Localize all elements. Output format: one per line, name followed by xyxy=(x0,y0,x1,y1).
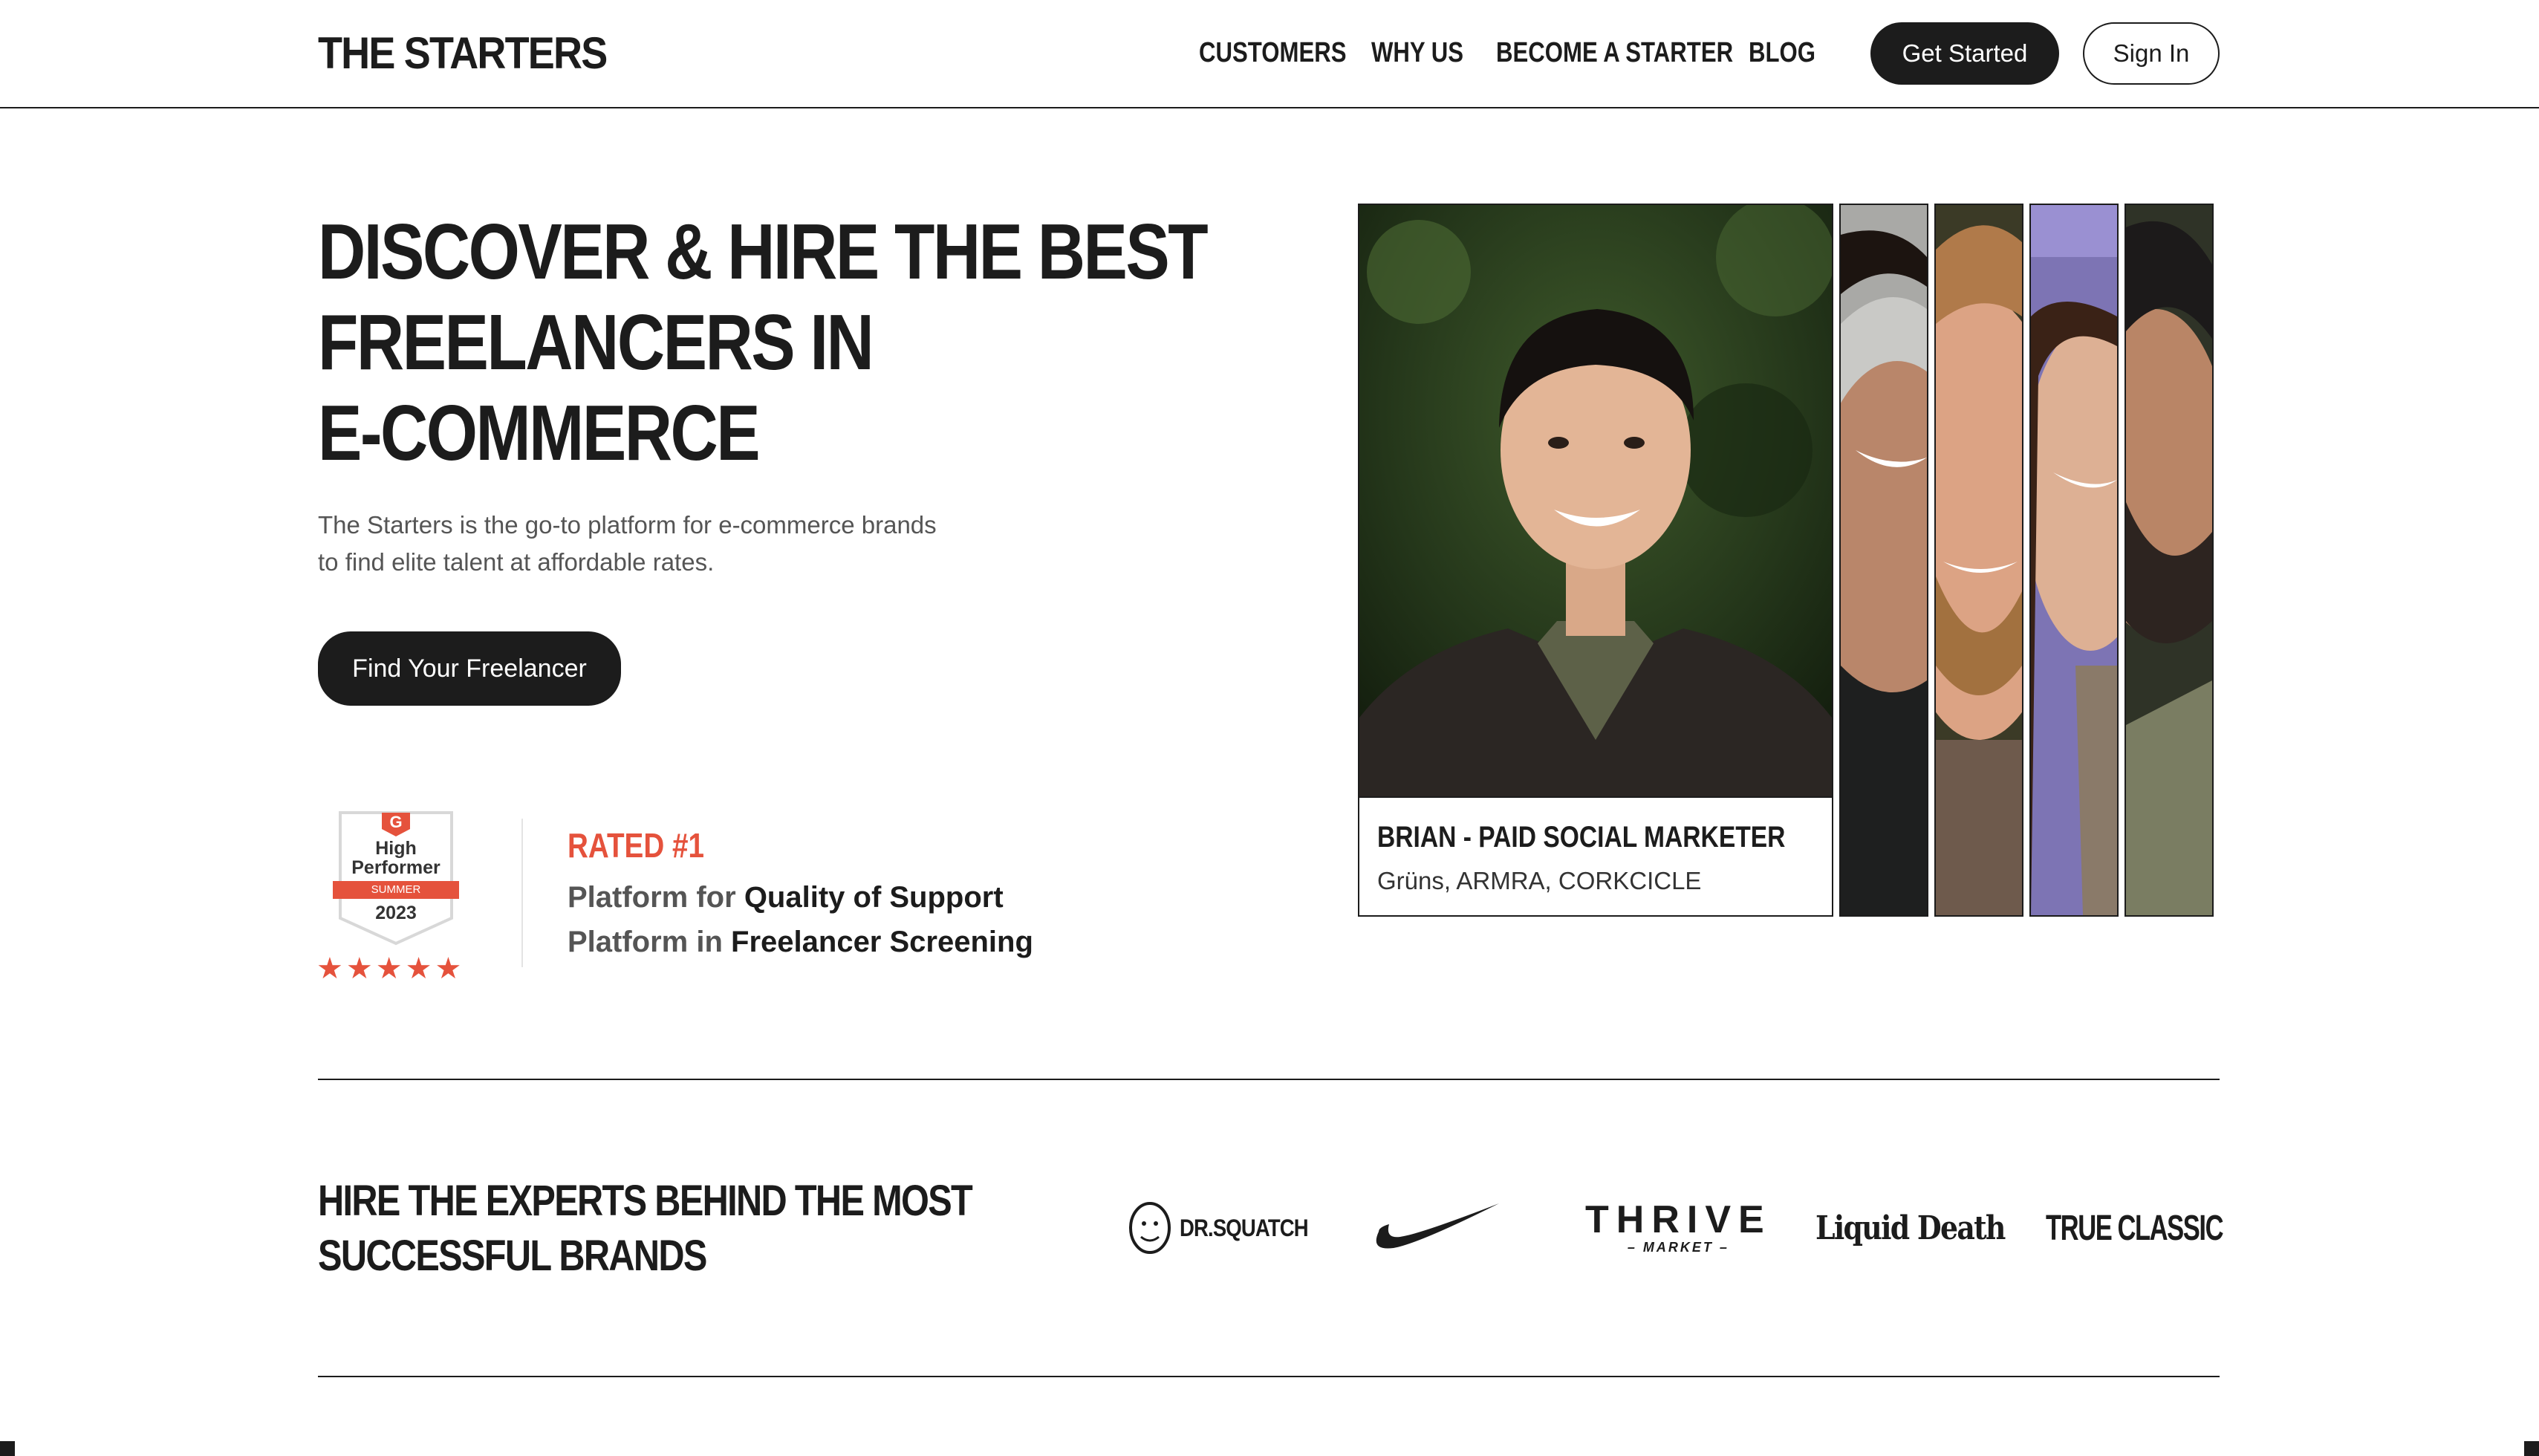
award-line-quality-of-support: Platform for Quality of Support xyxy=(568,875,1004,920)
award-line-1-strong: Quality of Support xyxy=(744,881,1004,914)
freelancer-strip-2[interactable] xyxy=(1934,204,2023,917)
top-navigation: THE STARTERS CUSTOMERS WHY US BECOME A S… xyxy=(0,0,2539,108)
brands-title: HIRE THE EXPERTS BEHIND THE MOST SUCCESS… xyxy=(318,1174,973,1284)
brand-logo-drsquatch: DR.SQUATCH xyxy=(1128,1195,1329,1261)
sign-in-button[interactable]: Sign In xyxy=(2083,22,2220,85)
award-line-2-prefix: Platform in xyxy=(568,926,723,958)
window-corner-left xyxy=(0,1441,15,1456)
get-started-button[interactable]: Get Started xyxy=(1870,22,2059,85)
nav-why-us[interactable]: WHY US xyxy=(1371,34,1463,71)
rating-stars: ★★★★★ xyxy=(316,952,465,985)
freelancer-strip-4[interactable] xyxy=(2124,204,2214,917)
badge-line-2: Performer xyxy=(351,857,440,878)
freelancer-caption: BRIAN - PAID SOCIAL MARKETER Grüns, ARMR… xyxy=(1359,796,1832,915)
thrive-wordmark: THRIVE xyxy=(1585,1198,1772,1241)
freelancer-strip-1[interactable] xyxy=(1839,204,1928,917)
squatch-head-icon xyxy=(1129,1202,1171,1254)
award-divider xyxy=(521,819,523,967)
hero-title-line-1: DISCOVER & HIRE THE BEST xyxy=(318,208,1209,296)
nav-blog[interactable]: BLOG xyxy=(1749,34,1815,71)
find-your-freelancer-button[interactable]: Find Your Freelancer xyxy=(318,631,621,706)
rated-number-one: RATED #1 xyxy=(568,826,704,865)
thrive-market-sub: – MARKET – xyxy=(1627,1240,1729,1255)
award-line-1-prefix: Platform for xyxy=(568,881,736,914)
drsquatch-wordmark: DR.SQUATCH xyxy=(1180,1214,1309,1241)
section-divider-bottom xyxy=(318,1376,2220,1377)
freelancer-brands: Grüns, ARMRA, CORKCICLE xyxy=(1377,867,1702,894)
hero-subtitle: The Starters is the go-to platform for e… xyxy=(318,511,937,576)
hero-title: DISCOVER & HIRE THE BEST FREELANCERS IN … xyxy=(318,207,1209,478)
brand-logo-liquid-death: Liquid Death xyxy=(1815,1195,2035,1261)
brands-title-line-2: SUCCESSFUL BRANDS xyxy=(318,1232,707,1280)
freelancer-strip-3[interactable] xyxy=(2029,204,2119,917)
badge-line-1: High xyxy=(375,838,417,859)
hero-title-line-3: E-COMMERCE xyxy=(318,389,761,477)
window-corner-right xyxy=(2524,1441,2539,1456)
nike-swoosh-icon xyxy=(1376,1203,1499,1249)
g2-logo-icon: G xyxy=(389,813,403,831)
hero-title-line-2: FREELANCERS IN xyxy=(318,299,874,386)
nav-become-a-starter[interactable]: BECOME A STARTER xyxy=(1496,34,1733,71)
award-line-2-strong: Freelancer Screening xyxy=(731,926,1033,958)
featured-freelancer-card[interactable]: BRIAN - PAID SOCIAL MARKETER Grüns, ARMR… xyxy=(1358,204,1833,917)
badge-season: SUMMER xyxy=(371,883,421,896)
site-logo[interactable]: THE STARTERS xyxy=(318,27,608,80)
section-divider-top xyxy=(318,1079,2220,1080)
liquid-death-wordmark: Liquid Death xyxy=(1815,1209,2006,1247)
freelancer-name-role: BRIAN - PAID SOCIAL MARKETER xyxy=(1377,821,1786,854)
nav-customers[interactable]: CUSTOMERS xyxy=(1199,34,1347,71)
award-line-freelancer-screening: Platform in Freelancer Screening xyxy=(568,920,1033,964)
badge-year: 2023 xyxy=(375,903,417,923)
freelancer-portrait-image xyxy=(1359,205,1832,796)
brand-logo-nike xyxy=(1374,1195,1501,1261)
brands-title-line-1: HIRE THE EXPERTS BEHIND THE MOST xyxy=(318,1177,973,1225)
true-classic-wordmark: TRUE CLASSIC xyxy=(2046,1208,2224,1248)
brand-logo-thrive: THRIVE – MARKET – xyxy=(1585,1195,1772,1261)
brand-logo-true-classic: TRUE CLASSIC xyxy=(2046,1195,2292,1261)
